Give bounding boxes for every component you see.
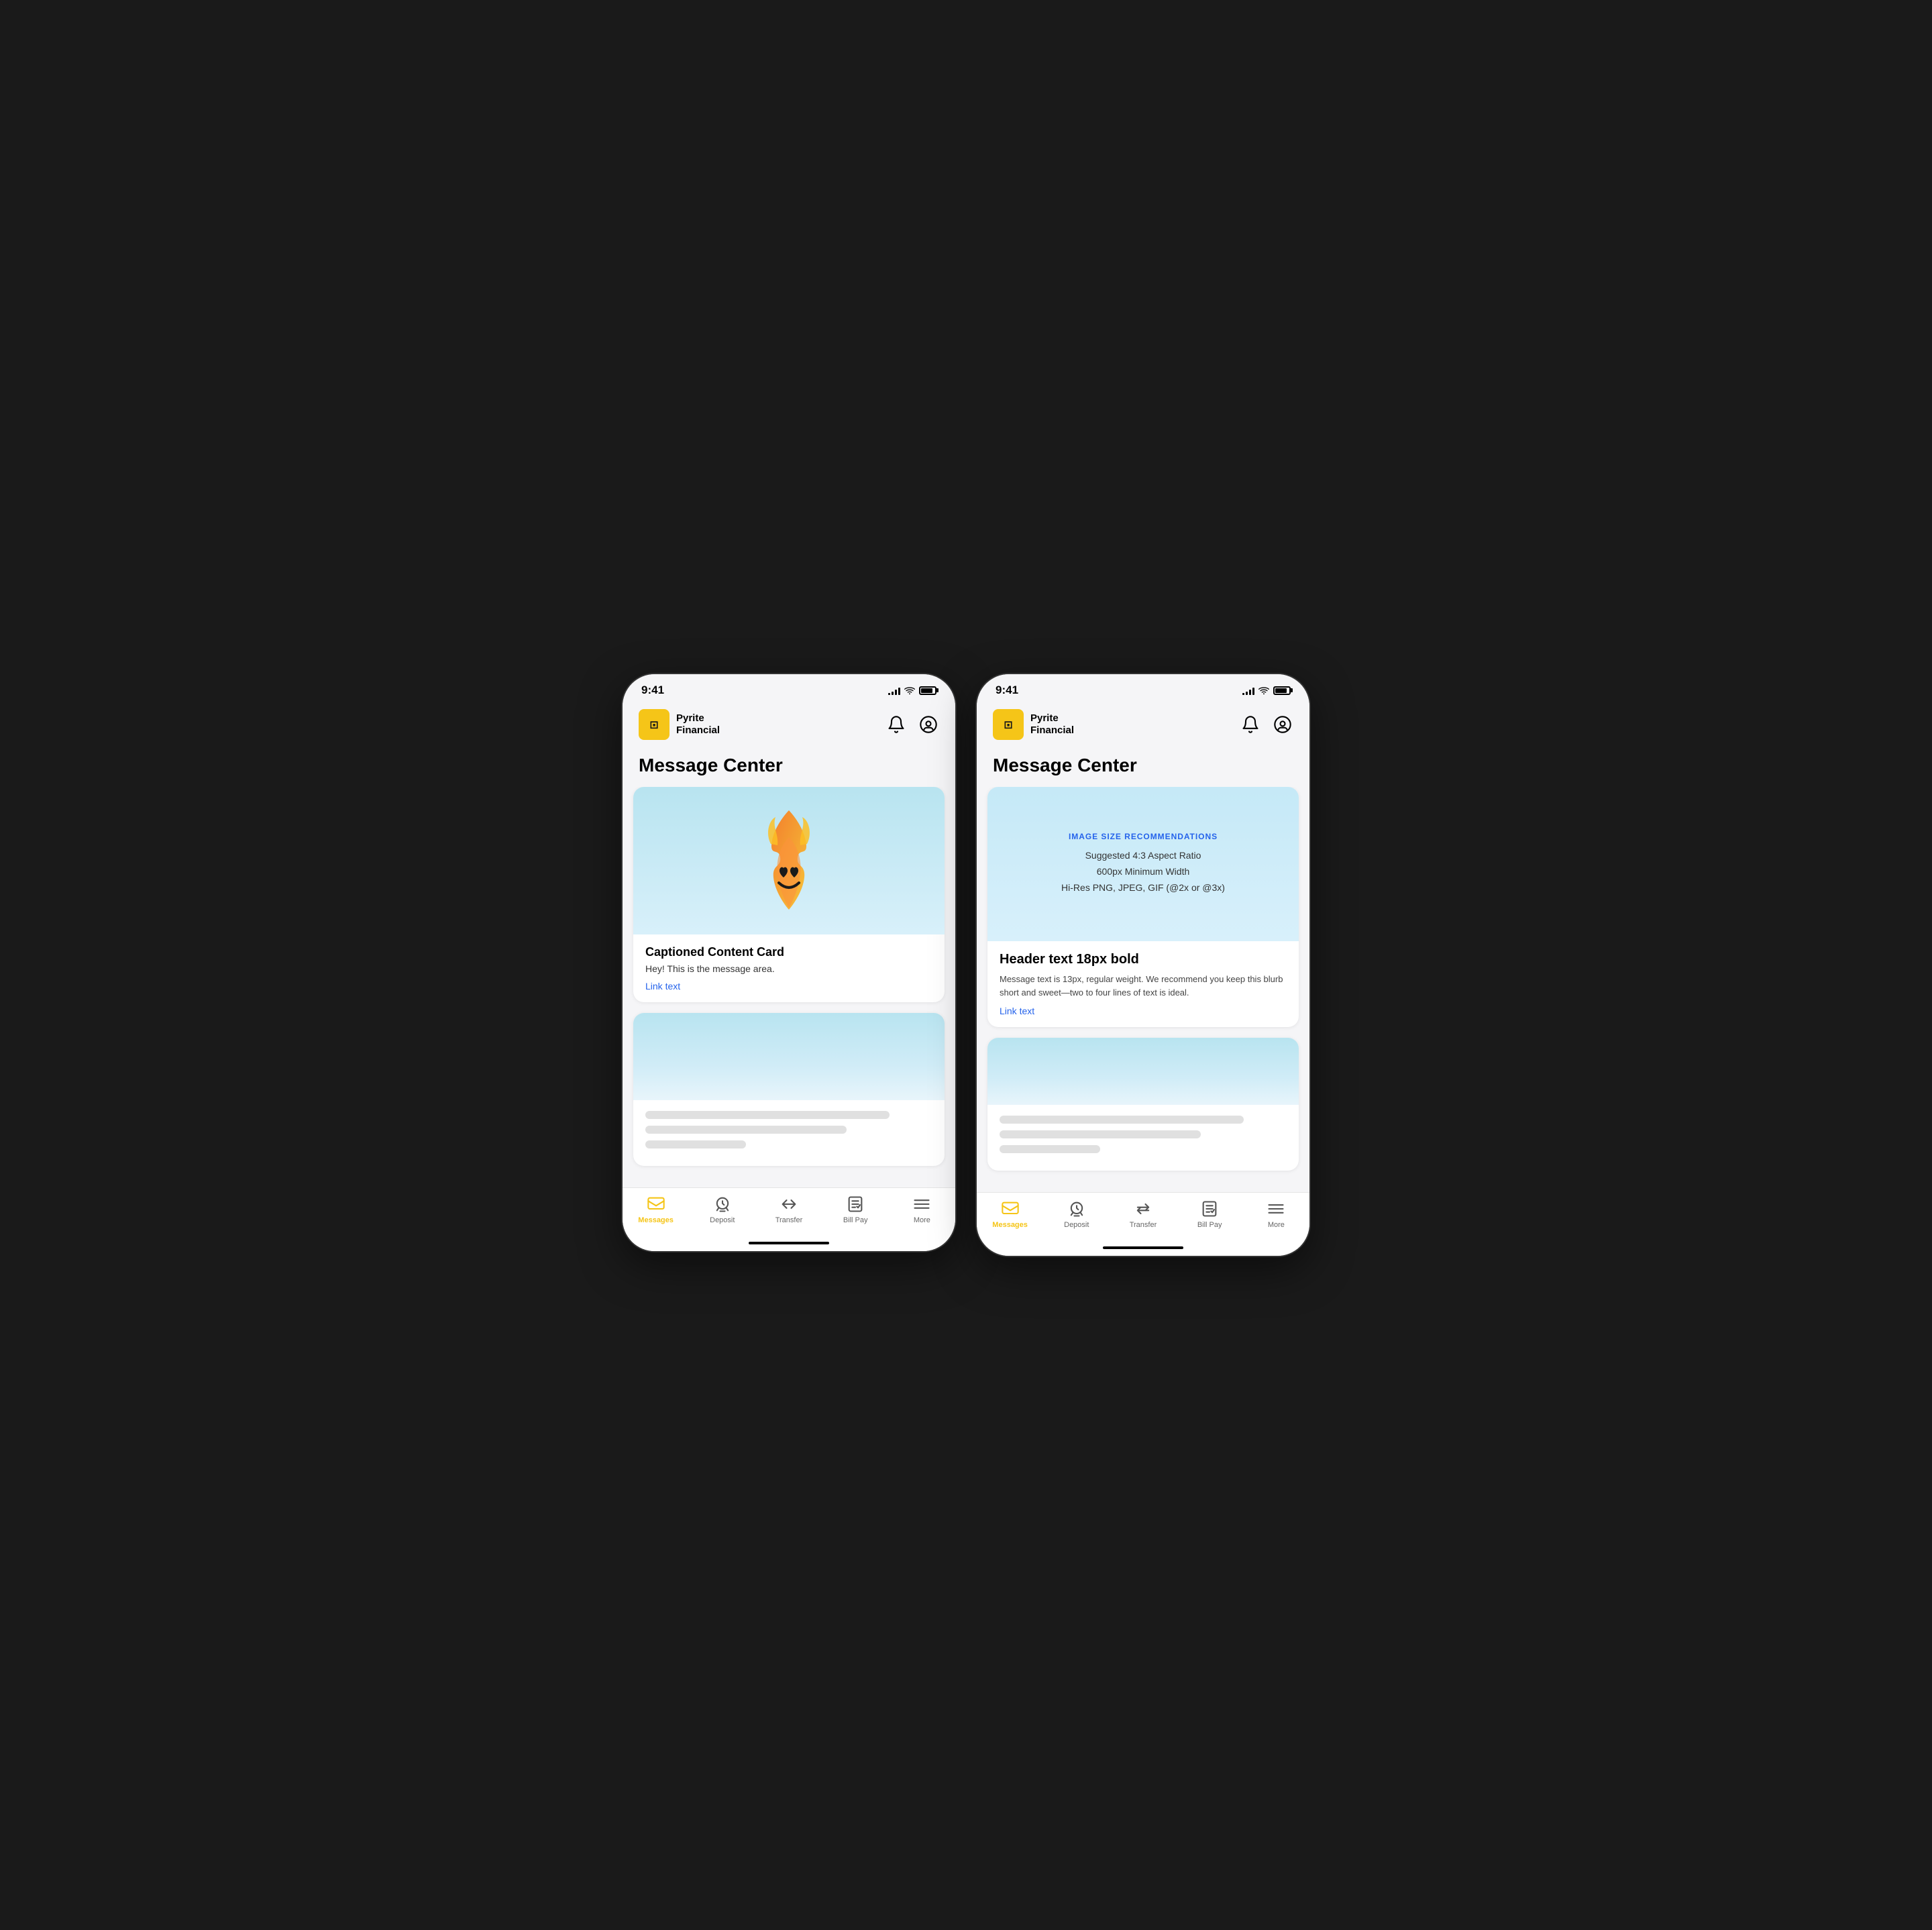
- header-icons-left: [885, 714, 939, 735]
- logo-box-right: ⊡: [993, 709, 1024, 740]
- tab-billpay-left[interactable]: Bill Pay: [832, 1195, 879, 1224]
- wifi-icon-right: [1258, 686, 1269, 694]
- app-header-left: ⊡ PyriteFinancial: [623, 702, 955, 749]
- tab-bar-left: Messages Deposit: [623, 1187, 955, 1238]
- tab-label-messages-right: Messages: [992, 1221, 1028, 1229]
- status-bar-left: 9:41: [623, 674, 955, 702]
- logo-area-right: ⊡ PyriteFinancial: [993, 709, 1074, 740]
- home-indicator-right: [977, 1242, 1309, 1256]
- status-time-left: 9:41: [641, 684, 664, 697]
- tab-label-more-right: More: [1268, 1221, 1285, 1229]
- more-icon-right: [1267, 1199, 1285, 1218]
- skeleton-card-left-2: [633, 1013, 945, 1166]
- skeleton-line-2: [645, 1126, 847, 1134]
- skeleton-line-r2: [1000, 1130, 1201, 1138]
- tab-messages-left[interactable]: Messages: [633, 1195, 680, 1224]
- skeleton-line-1: [645, 1111, 890, 1119]
- card-title-left-1: Captioned Content Card: [645, 945, 932, 959]
- tab-deposit-left[interactable]: Deposit: [699, 1195, 746, 1224]
- card-body-right-1: Header text 18px bold Message text is 13…: [987, 941, 1299, 1027]
- tab-label-deposit-left: Deposit: [710, 1216, 735, 1224]
- skeleton-body-left-2: [633, 1100, 945, 1166]
- tab-more-left[interactable]: More: [898, 1195, 945, 1224]
- skeleton-card-right-2: [987, 1038, 1299, 1171]
- image-rec-banner-right: IMAGE SIZE RECOMMENDATIONS Suggested 4:3…: [987, 787, 1299, 941]
- card-title-right-1: Header text 18px bold: [1000, 952, 1287, 967]
- status-icons-right: [1242, 686, 1291, 695]
- status-bar-right: 9:41: [977, 674, 1309, 702]
- status-time-right: 9:41: [996, 684, 1018, 697]
- skeleton-line-r1: [1000, 1116, 1244, 1124]
- tab-bar-right: Messages Deposit: [977, 1192, 1309, 1242]
- transfer-icon-left: [780, 1195, 798, 1214]
- card-message-right-1: Message text is 13px, regular weight. We…: [1000, 973, 1287, 999]
- card-link-left-1[interactable]: Link text: [645, 981, 932, 991]
- tab-label-deposit-right: Deposit: [1064, 1221, 1089, 1229]
- profile-icon-right[interactable]: [1272, 714, 1293, 735]
- tab-label-more-left: More: [914, 1216, 930, 1224]
- billpay-icon-left: [846, 1195, 865, 1214]
- tab-label-messages-left: Messages: [638, 1216, 674, 1224]
- tab-label-billpay-left: Bill Pay: [843, 1216, 868, 1224]
- tab-label-billpay-right: Bill Pay: [1197, 1221, 1222, 1229]
- skeleton-image-left-2: [633, 1013, 945, 1100]
- tab-billpay-right[interactable]: Bill Pay: [1186, 1199, 1233, 1229]
- logo-box-left: ⊡: [639, 709, 669, 740]
- home-bar-right: [1103, 1246, 1183, 1249]
- phone-right: 9:41: [975, 673, 1311, 1257]
- notification-icon-left[interactable]: [885, 714, 907, 735]
- scroll-content-right: IMAGE SIZE RECOMMENDATIONS Suggested 4:3…: [977, 787, 1309, 1192]
- skeleton-body-right-2: [987, 1105, 1299, 1171]
- wifi-icon-left: [904, 686, 915, 694]
- page-title-right: Message Center: [977, 749, 1309, 787]
- tab-more-right[interactable]: More: [1252, 1199, 1299, 1229]
- logo-text-right: PyriteFinancial: [1030, 712, 1074, 737]
- tab-transfer-right[interactable]: Transfer: [1120, 1199, 1167, 1229]
- notification-icon-right[interactable]: [1240, 714, 1261, 735]
- signal-icon-left: [888, 686, 900, 695]
- messages-icon-right: [1001, 1199, 1020, 1218]
- card-image-left-1: [633, 787, 945, 934]
- image-rec-text: Suggested 4:3 Aspect Ratio 600px Minimum…: [1061, 848, 1225, 896]
- skeleton-image-right-2: [987, 1038, 1299, 1105]
- phone-left: 9:41: [621, 673, 957, 1252]
- tab-label-transfer-left: Transfer: [775, 1216, 803, 1224]
- skeleton-line-r3: [1000, 1145, 1100, 1153]
- deposit-icon-right: [1067, 1199, 1086, 1218]
- card-message-left-1: Hey! This is the message area.: [645, 963, 932, 974]
- scroll-content-left: Captioned Content Card Hey! This is the …: [623, 787, 955, 1187]
- image-rec-card-right-1: IMAGE SIZE RECOMMENDATIONS Suggested 4:3…: [987, 787, 1299, 1027]
- logo-text-left: PyriteFinancial: [676, 712, 720, 737]
- deposit-icon-left: [713, 1195, 732, 1214]
- image-rec-title: IMAGE SIZE RECOMMENDATIONS: [1069, 832, 1218, 841]
- content-card-left-1: Captioned Content Card Hey! This is the …: [633, 787, 945, 1002]
- transfer-icon-right: [1134, 1199, 1152, 1218]
- flame-illustration: [745, 804, 833, 918]
- status-icons-left: [888, 686, 936, 695]
- tab-transfer-left[interactable]: Transfer: [765, 1195, 812, 1224]
- home-indicator-left: [623, 1238, 955, 1251]
- more-icon-left: [912, 1195, 931, 1214]
- phones-container: 9:41: [621, 673, 1311, 1257]
- billpay-icon-right: [1200, 1199, 1219, 1218]
- skeleton-line-3: [645, 1140, 746, 1148]
- profile-icon-left[interactable]: [918, 714, 939, 735]
- tab-label-transfer-right: Transfer: [1130, 1221, 1157, 1229]
- card-link-right-1[interactable]: Link text: [1000, 1006, 1287, 1016]
- logo-area-left: ⊡ PyriteFinancial: [639, 709, 720, 740]
- header-icons-right: [1240, 714, 1293, 735]
- tab-messages-right[interactable]: Messages: [987, 1199, 1034, 1229]
- battery-icon-right: [1273, 686, 1291, 695]
- tab-deposit-right[interactable]: Deposit: [1053, 1199, 1100, 1229]
- home-bar-left: [749, 1242, 829, 1244]
- battery-icon-left: [919, 686, 936, 695]
- card-body-left-1: Captioned Content Card Hey! This is the …: [633, 934, 945, 1002]
- page-title-left: Message Center: [623, 749, 955, 787]
- app-header-right: ⊡ PyriteFinancial: [977, 702, 1309, 749]
- messages-icon-left: [647, 1195, 665, 1214]
- signal-icon-right: [1242, 686, 1254, 695]
